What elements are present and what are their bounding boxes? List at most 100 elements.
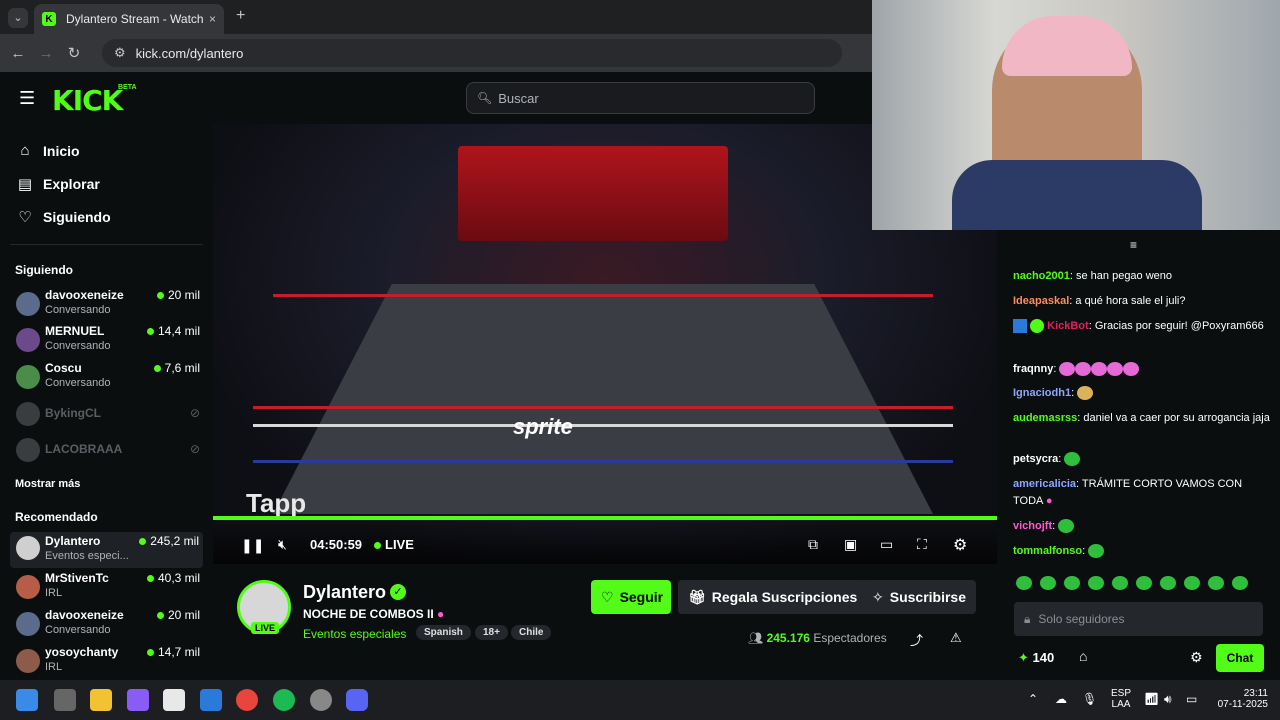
following-channel[interactable]: MERNUEL Conversando 14,4 mil	[14, 324, 204, 360]
new-tab-icon[interactable]: +	[236, 7, 245, 25]
chat-username[interactable]: fraqnny	[1013, 363, 1053, 375]
live-indicator[interactable]: LIVE	[374, 537, 414, 552]
chat-input[interactable]: 🔒︎ Solo seguidores	[1014, 602, 1263, 636]
chat-username[interactable]: nacho2001	[1013, 270, 1070, 282]
tapp-watermark: Tapp	[246, 488, 307, 518]
avatar	[16, 402, 40, 426]
wifi-icon[interactable]: 📶︎	[1144, 692, 1159, 706]
volume-icon[interactable]: 🔊︎	[1164, 692, 1172, 707]
emote-icon[interactable]	[1088, 576, 1104, 590]
store-icon[interactable]: ⌂	[1079, 648, 1087, 664]
beta-label: BETA	[118, 84, 137, 91]
emote-icon[interactable]	[1232, 576, 1248, 590]
nav-siguiendo[interactable]: ♡ Siguiendo	[16, 208, 110, 226]
emote-icon	[1059, 362, 1076, 377]
chat-pin-icon[interactable]: ≡	[1130, 238, 1137, 252]
emote-icon[interactable]	[1208, 576, 1224, 590]
theater-mode-icon[interactable]: ▭	[880, 536, 893, 553]
tag-country[interactable]: Chile	[511, 625, 552, 640]
avatar	[16, 365, 40, 389]
tag-age[interactable]: 18+	[475, 625, 508, 640]
reload-icon[interactable]: ↻	[60, 44, 88, 62]
report-icon[interactable]: ⚠	[950, 630, 962, 646]
ring-rope	[253, 424, 953, 427]
menu-icon[interactable]: ☰	[19, 88, 35, 109]
nav-inicio[interactable]: ⌂ Inicio	[16, 142, 79, 159]
following-channel[interactable]: davooxeneize Conversando 20 mil	[14, 288, 204, 324]
emote-icon[interactable]	[1112, 576, 1128, 590]
following-channel[interactable]: Coscu Conversando 7,6 mil	[14, 361, 204, 397]
spotify-icon[interactable]	[273, 689, 295, 711]
recommended-channel[interactable]: davooxeneize Conversando 20 mil	[14, 608, 204, 644]
clock[interactable]: 23:11 07-11-2025	[1208, 688, 1268, 710]
windows-start-icon[interactable]	[16, 689, 38, 711]
emote-icon[interactable]	[1160, 576, 1176, 590]
tray-chevron-icon[interactable]: ⌃	[1028, 692, 1038, 706]
microphone-icon[interactable]: 🎙︎	[1082, 692, 1097, 706]
chat-username[interactable]: tommalfonso	[1013, 545, 1082, 557]
subscribe-button[interactable]: ✧ Suscribirse	[862, 580, 976, 614]
recommended-channel[interactable]: yosoychanty IRL 14,7 mil	[14, 645, 204, 681]
subscribe-label: Suscribirse	[889, 589, 966, 605]
channel-category: IRL	[45, 587, 63, 599]
emote-icon[interactable]	[1184, 576, 1200, 590]
follow-button[interactable]: ♡ Seguir	[591, 580, 671, 614]
file-explorer-icon[interactable]	[90, 689, 112, 711]
chat-message: audemasrss: daniel va a caer por su arro…	[1013, 412, 1270, 424]
forward-icon[interactable]: →	[32, 45, 60, 62]
battery-icon[interactable]: ▭	[1186, 692, 1197, 706]
chat-settings-icon[interactable]: ⚙	[1190, 649, 1203, 666]
outlook-icon[interactable]	[200, 689, 222, 711]
chat-send-button[interactable]: Chat	[1216, 644, 1264, 672]
pause-icon[interactable]: ❚❚	[241, 537, 264, 554]
clip-icon[interactable]: ▣	[844, 536, 857, 553]
recommended-channel-active[interactable]: Dylantero Eventos especi... 245,2 mil	[10, 532, 203, 568]
mute-icon[interactable]: 🔇︎	[278, 536, 287, 553]
tab-close-icon[interactable]: ×	[209, 12, 216, 26]
active-tab[interactable]: K Dylantero Stream - Watch Live ×	[34, 4, 224, 34]
emote-icon[interactable]	[1040, 576, 1056, 590]
emote-icon[interactable]	[1016, 576, 1032, 590]
live-label: LIVE	[385, 537, 414, 552]
show-more-link[interactable]: Mostrar más	[15, 478, 80, 490]
chat-username[interactable]: americalicia	[1013, 478, 1076, 490]
share-icon[interactable]: ⤴	[910, 630, 923, 649]
nav-explorar[interactable]: ▤ Explorar	[16, 175, 100, 193]
gift-subs-button[interactable]: 🎁︎ Regala Suscripciones	[678, 580, 868, 614]
discord-icon[interactable]	[346, 689, 368, 711]
store-app-icon[interactable]	[163, 689, 185, 711]
channel-points[interactable]: ✦ 140	[1018, 650, 1054, 666]
fullscreen-icon[interactable]: ⛶	[917, 536, 927, 553]
emote-icon[interactable]	[1136, 576, 1152, 590]
settings-icon[interactable]: ⚙	[953, 535, 967, 555]
chat-username[interactable]: vichojft	[1013, 520, 1052, 532]
search-input[interactable]: 🔍︎ Buscar	[466, 82, 815, 114]
chat-username[interactable]: KickBot	[1047, 320, 1089, 332]
chat-message: Ignaciodh1:	[1013, 385, 1271, 402]
following-channel-offline[interactable]: BykingCL ⊘	[14, 398, 204, 434]
copilot-icon[interactable]	[127, 689, 149, 711]
site-info-icon[interactable]: ⚙	[114, 45, 126, 61]
tag-language[interactable]: Spanish	[416, 625, 471, 640]
chrome-icon[interactable]	[236, 689, 258, 711]
emote-icon[interactable]	[1064, 576, 1080, 590]
chat-username[interactable]: petsycra	[1013, 453, 1058, 465]
kick-logo[interactable]: KICK	[52, 84, 123, 117]
tab-list-chevron-icon[interactable]: ⌄	[8, 8, 28, 28]
stream-category[interactable]: Eventos especiales	[303, 627, 406, 641]
cloud-icon[interactable]: ☁	[1055, 692, 1067, 706]
streamer-name[interactable]: Dylantero	[303, 582, 386, 603]
cap-image	[1002, 16, 1132, 76]
following-channel-offline[interactable]: LACOBRAAA ⊘	[14, 434, 204, 470]
emoji-icon: ●	[1045, 495, 1053, 507]
url-field[interactable]: ⚙ kick.com/dylantero	[102, 39, 842, 67]
chat-username[interactable]: Ideapaskal	[1013, 295, 1069, 307]
chat-username[interactable]: audemasrss	[1013, 412, 1077, 424]
chat-username[interactable]: Ignaciodh1	[1013, 387, 1071, 399]
language-indicator[interactable]: ESP LAA	[1108, 688, 1134, 710]
back-icon[interactable]: ←	[4, 45, 32, 62]
miniplayer-icon[interactable]: ⧉	[808, 536, 818, 553]
task-view-icon[interactable]	[54, 689, 76, 711]
recommended-channel[interactable]: MrStivenTc IRL 40,3 mil	[14, 571, 204, 607]
obs-icon[interactable]	[310, 689, 332, 711]
